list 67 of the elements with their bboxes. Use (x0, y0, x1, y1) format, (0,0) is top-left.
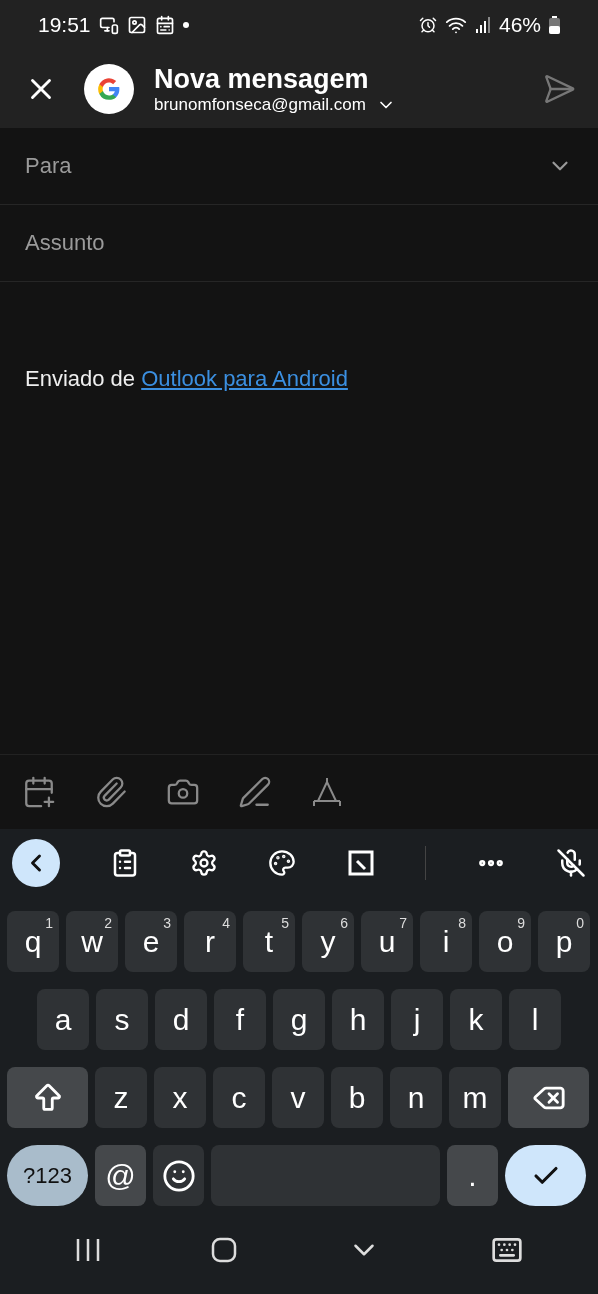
letter-key[interactable]: v (272, 1067, 324, 1128)
letter-key[interactable]: d (155, 989, 207, 1050)
letter-key[interactable]: h (332, 989, 384, 1050)
letter-key[interactable]: m (449, 1067, 501, 1128)
letter-key[interactable]: g (273, 989, 325, 1050)
shift-key[interactable] (7, 1067, 88, 1128)
letter-key[interactable]: f (214, 989, 266, 1050)
letter-key[interactable]: k (450, 989, 502, 1050)
battery-icon (549, 16, 560, 34)
key-hint: 3 (163, 915, 171, 931)
letter-key[interactable]: n (390, 1067, 442, 1128)
handwriting-icon[interactable] (346, 849, 375, 877)
letter-key[interactable]: s (96, 989, 148, 1050)
key-hint: 8 (458, 915, 466, 931)
compass-drawing-icon[interactable] (310, 775, 344, 809)
key-hint: 7 (399, 915, 407, 931)
letter-key[interactable]: x (154, 1067, 206, 1128)
letter-key[interactable]: t 5 (243, 911, 295, 972)
key-hint: 1 (45, 915, 53, 931)
letter-key[interactable]: c (213, 1067, 265, 1128)
alarm-icon (418, 16, 437, 34)
key-hint: 4 (222, 915, 230, 931)
notification-dot-icon (182, 22, 189, 28)
enter-key[interactable] (505, 1145, 586, 1206)
letter-key[interactable]: i 8 (420, 911, 472, 972)
image-icon (126, 15, 147, 35)
calendar-add-icon[interactable] (22, 775, 56, 809)
compose-title: Nova mensagem (154, 63, 370, 95)
key-hint: 2 (104, 915, 112, 931)
key-hint: 0 (576, 915, 584, 931)
palette-icon[interactable] (268, 849, 297, 877)
key-hint: 9 (517, 915, 525, 931)
signature-text: Enviado de Outlook para Android (25, 366, 349, 392)
home-icon[interactable] (211, 1237, 237, 1263)
letter-key[interactable]: j (391, 989, 443, 1050)
account-avatar[interactable] (84, 64, 134, 114)
recent-apps-icon[interactable] (75, 1238, 101, 1262)
key-hint: 6 (340, 915, 348, 931)
letter-key[interactable]: a (37, 989, 89, 1050)
emoji-key[interactable] (153, 1145, 204, 1206)
backspace-key[interactable] (508, 1067, 589, 1128)
send-icon (542, 72, 576, 106)
mic-off-icon[interactable] (556, 848, 586, 878)
letter-key[interactable]: z (95, 1067, 147, 1128)
signature-link[interactable]: Outlook para Android (141, 366, 348, 391)
signal-icon (474, 16, 491, 34)
symbols-key[interactable]: ?123 (7, 1145, 88, 1206)
send-button[interactable] (542, 72, 576, 106)
paperclip-icon[interactable] (94, 775, 128, 809)
settings-icon[interactable] (190, 849, 219, 877)
letter-key[interactable]: l (509, 989, 561, 1050)
battery-percent: 46% (498, 13, 541, 37)
google-logo-icon (96, 76, 122, 102)
letter-key[interactable]: r 4 (184, 911, 236, 972)
pen-icon[interactable] (238, 775, 272, 809)
key-hint: 5 (281, 915, 289, 931)
account-selector[interactable]: brunomfonseca@gmail.com (154, 94, 542, 115)
input-field[interactable]: Assunto (25, 230, 573, 256)
back-button[interactable] (12, 839, 60, 887)
devices-icon (98, 15, 119, 35)
calendar-icon (154, 15, 175, 35)
symbol-key[interactable]: . (447, 1145, 498, 1206)
symbol-key[interactable]: @ (95, 1145, 146, 1206)
letter-key[interactable]: b (331, 1067, 383, 1128)
input-field[interactable]: Para (25, 153, 547, 179)
smiley-icon (161, 1158, 196, 1193)
status-time: 19:51 (38, 13, 91, 37)
